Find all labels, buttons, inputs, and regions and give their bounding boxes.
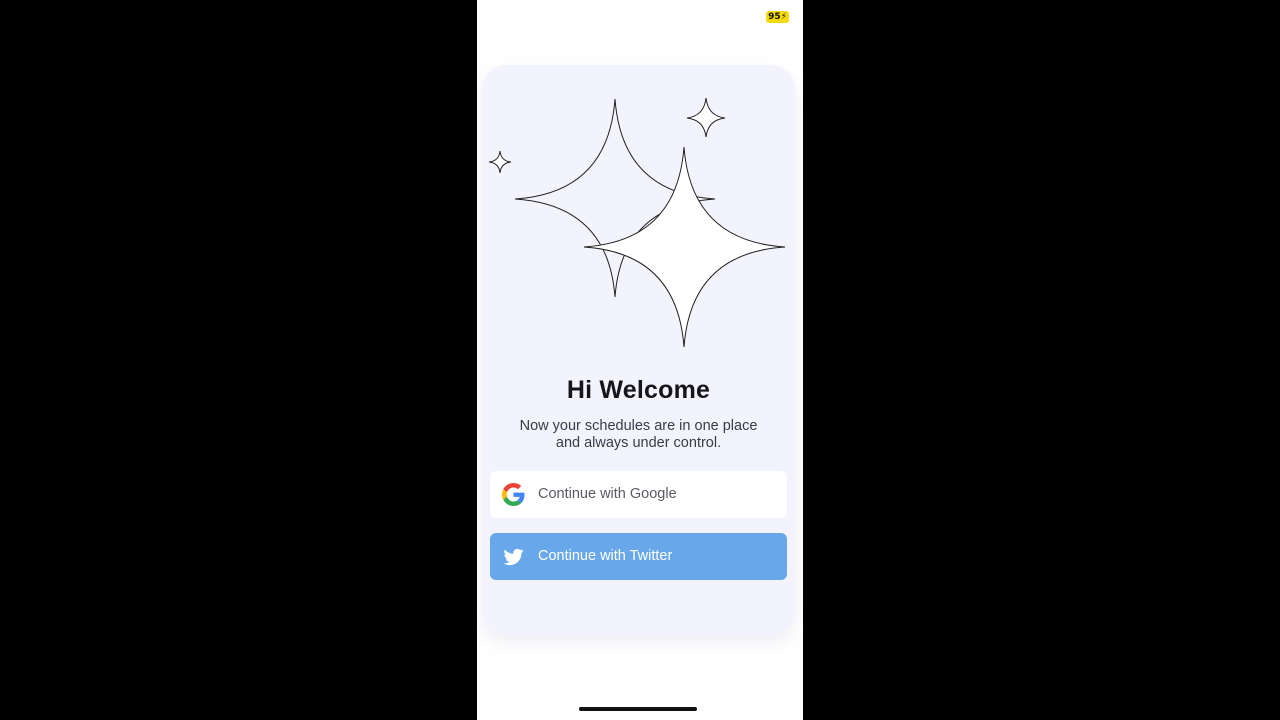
phone-screen: 95⚡ Hi Welcome Now your schedules are in… (477, 0, 803, 720)
subtitle-line-2: and always under control. (555, 435, 722, 451)
sparkle-illustration (488, 97, 786, 348)
small-star-top-icon (686, 97, 726, 138)
google-icon (502, 483, 525, 506)
continue-with-twitter-button[interactable]: Continue with Twitter (490, 533, 787, 580)
welcome-title: Hi Welcome (566, 376, 711, 404)
battery-indicator: 95⚡ (766, 11, 789, 23)
welcome-card: Hi Welcome Now your schedules are in one… (482, 65, 795, 635)
twitter-icon (503, 548, 524, 566)
small-star-left-icon (488, 150, 512, 174)
welcome-subtitle: Now your schedules are in one place and … (502, 418, 775, 452)
home-indicator[interactable] (579, 707, 697, 711)
charging-bolt-icon: ⚡ (780, 12, 787, 22)
status-bar: 95⚡ (477, 0, 803, 34)
continue-with-google-button[interactable]: Continue with Google (490, 471, 787, 518)
google-button-label: Continue with Google (538, 486, 677, 502)
subtitle-line-1: Now your schedules are in one place (519, 418, 758, 434)
twitter-button-label: Continue with Twitter (538, 548, 673, 564)
battery-level: 95 (768, 12, 781, 22)
large-star-front-icon (583, 146, 786, 348)
